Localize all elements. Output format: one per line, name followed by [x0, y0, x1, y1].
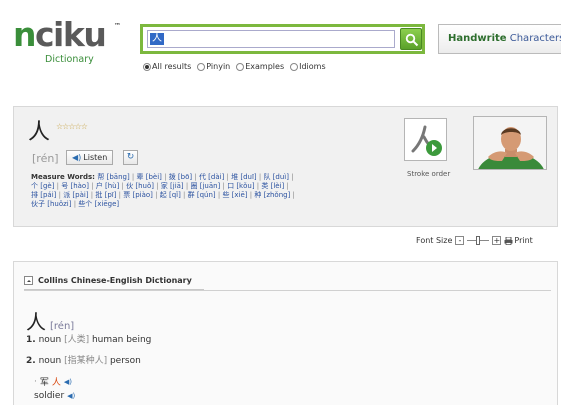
measure-word-link[interactable]: 群 [qún] [188, 191, 216, 199]
nciku-logo[interactable]: nciku ™ Dictionary [13, 18, 123, 70]
print-link[interactable]: Print [504, 236, 533, 245]
logo-wordmark: nciku [13, 15, 107, 54]
separator: | [153, 182, 161, 190]
divider [24, 290, 551, 291]
measure-word-link[interactable]: 圈 [juān] [190, 182, 220, 190]
measure-word-link[interactable]: 号 [hào] [61, 182, 89, 190]
search-button[interactable] [400, 28, 422, 50]
font-size-label: Font Size [416, 236, 453, 245]
radio-button[interactable] [236, 62, 245, 71]
measure-word-link[interactable]: 堆 [duī] [231, 173, 257, 181]
measure-word-link[interactable]: 口 [kǒu] [227, 182, 254, 190]
definition-pinyin: [rén] [50, 321, 75, 332]
listen-button[interactable]: ◀) Listen [66, 150, 114, 165]
separator: | [180, 191, 188, 199]
example-chinese: · 军人 ◀) [34, 376, 73, 389]
headword-pinyin: [rén] [32, 152, 59, 165]
header-band [0, 82, 561, 106]
refresh-icon[interactable]: ↻ [123, 150, 138, 165]
measure-word-link[interactable]: 户 [hù] [96, 182, 120, 190]
option-pinyin[interactable]: Pinyin [197, 62, 230, 71]
measure-word-link[interactable]: 类 [lèi] [261, 182, 284, 190]
separator: | [88, 182, 96, 190]
collins-section-header[interactable]: Collins Chinese-English Dictionary [24, 272, 204, 290]
measure-word-link[interactable]: 些 [xiē] [222, 191, 247, 199]
headword: 人 [28, 120, 51, 145]
speaker-icon[interactable]: ◀) [67, 392, 75, 400]
rating-stars[interactable]: ☆☆☆☆☆ [56, 122, 88, 131]
measure-word-link[interactable]: 家 [jiā] [161, 182, 184, 190]
printer-icon [504, 236, 513, 245]
person-image [474, 117, 546, 169]
measure-words-line: 个 [gè] | 号 [hào] | 户 [hù] | 伙 [huǒ] | 家 … [31, 182, 351, 191]
collins-dictionary-section: Collins Chinese-English Dictionary 人 [ré… [13, 261, 558, 405]
font-size-slider[interactable] [467, 236, 490, 245]
speaker-icon: ◀) [72, 153, 82, 162]
person-photo [473, 116, 547, 170]
stroke-order-icon [411, 125, 442, 156]
measure-word-link[interactable]: 拨 [bō] [169, 173, 192, 181]
logo-subtitle: Dictionary [45, 54, 94, 65]
word-summary-panel: 人 ☆☆☆☆☆ [rén] ◀) Listen ↻ Measure Words:… [13, 106, 558, 227]
measure-word-link[interactable]: 起 [qǐ] [160, 191, 181, 199]
measure-word-link[interactable]: 派 [pài] [63, 191, 88, 199]
measure-word-link[interactable]: 帮 [bāng] [97, 173, 129, 181]
radio-button[interactable] [143, 62, 151, 71]
measure-word-link[interactable]: 队 [duì] [263, 173, 289, 181]
search-options: All results Pinyin Examples Idioms [143, 62, 329, 71]
collins-title: Collins Chinese-English Dictionary [38, 276, 192, 285]
measure-word-link[interactable]: 伙子 [huǒzi] [31, 200, 71, 208]
measure-word-link[interactable]: 辈 [bèi] [137, 173, 162, 181]
option-idioms[interactable]: Idioms [290, 62, 326, 71]
radio-button[interactable] [290, 62, 299, 71]
separator: | [161, 173, 169, 181]
measure-word-link[interactable]: 批 [pī] [95, 191, 116, 199]
separator: | [288, 173, 294, 181]
font-size-increase-button[interactable]: + [492, 236, 502, 245]
stroke-order-button[interactable] [404, 118, 447, 161]
separator: | [284, 182, 289, 190]
measure-word-link[interactable]: 票 [piào] [123, 191, 153, 199]
example-highlight: 人 [51, 378, 61, 388]
measure-word-link[interactable]: 代 [dài] [199, 173, 224, 181]
search-input-value: 人 [150, 33, 164, 45]
speaker-icon[interactable]: ◀) [64, 378, 72, 386]
site-header: nciku ™ Dictionary 人 Handwrite Character… [0, 0, 561, 82]
separator: | [192, 173, 199, 181]
sense-2: 2. noun [指某种人] person [26, 356, 141, 366]
measure-words-line: Measure Words: 帮 [bāng] | 辈 [bèi] | 拨 [b… [31, 173, 351, 182]
separator: | [129, 173, 137, 181]
measure-words-line: 伙子 [huǒzi] | 些个 [xiēge] [31, 200, 351, 209]
logo-trademark: ™ [114, 22, 121, 30]
measure-word-link[interactable]: 排 [pái] [31, 191, 56, 199]
font-size-decrease-button[interactable]: - [455, 236, 465, 245]
font-size-controls: Font Size - + Print [416, 236, 533, 245]
search-input[interactable] [147, 30, 395, 48]
measure-word-link[interactable]: 些个 [xiēge] [78, 200, 119, 208]
radio-button[interactable] [197, 62, 206, 71]
option-examples[interactable]: Examples [236, 62, 284, 71]
slider-thumb[interactable] [476, 236, 481, 245]
example-translation: soldier ◀) [34, 391, 76, 401]
measure-words: Measure Words: 帮 [bāng] | 辈 [bèi] | 拨 [b… [31, 173, 351, 209]
measure-word-link[interactable]: 个 [gè] [31, 182, 54, 190]
definition-headword: 人 [rén] [26, 306, 74, 335]
definition-character: 人 [26, 310, 46, 334]
separator: | [290, 191, 295, 199]
measure-words-label: Measure Words: [31, 173, 98, 181]
search-icon [405, 33, 419, 47]
measure-word-link[interactable]: 伙 [huǒ] [126, 182, 154, 190]
search-box: 人 [140, 24, 425, 54]
measure-words-line: 排 [pái] | 派 [pài] | 批 [pī] | 票 [piào] | … [31, 191, 351, 200]
handwrite-characters-button[interactable]: Handwrite Characters [438, 24, 561, 54]
stroke-order-label: Stroke order [407, 170, 451, 178]
measure-word-link[interactable]: 种 [zhǒng] [254, 191, 290, 199]
sense-1: 1. noun [人类] human being [26, 335, 152, 345]
option-all-results[interactable]: All results [143, 62, 191, 71]
separator: | [152, 191, 160, 199]
collapse-icon[interactable] [24, 276, 33, 285]
